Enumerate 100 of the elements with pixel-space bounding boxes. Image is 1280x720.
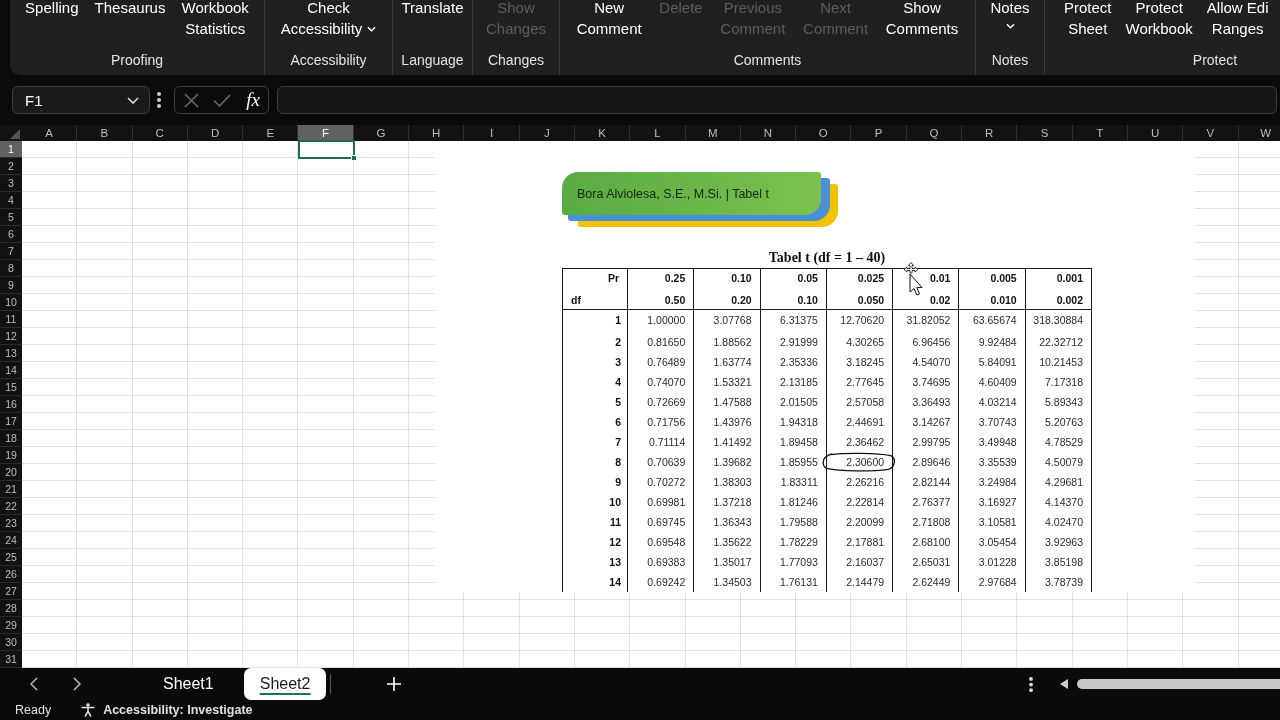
chevron-left-icon[interactable] [30, 677, 38, 691]
row-header[interactable]: 28 [0, 600, 22, 617]
row-header[interactable]: 10 [0, 294, 22, 311]
group-label: Comments [732, 51, 803, 70]
df-cell: 4 [615, 376, 621, 388]
probability-heading: 0.010 [990, 294, 1017, 306]
table-cell: 4.02470 [1045, 516, 1083, 528]
df-cell: 13 [609, 556, 621, 568]
ribbon-button[interactable]: Spelling [24, 0, 80, 18]
table-cell: 2.99795 [912, 436, 951, 448]
table-cell: 2.68100 [912, 536, 951, 548]
df-cell: 14 [609, 576, 621, 588]
probability-heading: 0.02 [929, 294, 951, 306]
row-header[interactable]: 12 [0, 328, 22, 345]
row-header[interactable]: 25 [0, 549, 22, 566]
row-header[interactable]: 19 [0, 447, 22, 464]
name-box[interactable]: F1 [12, 86, 150, 114]
table-cell: 1.41492 [713, 436, 752, 448]
fill-handle[interactable] [350, 155, 357, 161]
table-cell: 3.85198 [1045, 556, 1083, 568]
row-header[interactable]: 6 [0, 226, 22, 243]
table-cell: 0.74070 [647, 376, 686, 388]
row-header[interactable]: 1 [0, 141, 22, 158]
row-header[interactable]: 7 [0, 243, 22, 260]
more-options-icon[interactable] [1029, 676, 1033, 692]
table-cell: 3.05454 [978, 536, 1017, 548]
group-label: Proofing [109, 51, 165, 70]
row-header[interactable]: 31 [0, 651, 22, 668]
column-header[interactable]: F [298, 125, 354, 141]
ribbon-button[interactable]: New Comment [575, 0, 643, 39]
active-cell[interactable] [297, 140, 355, 159]
row-header[interactable]: 14 [0, 362, 22, 379]
table-cell: 2.97684 [978, 576, 1017, 588]
ribbon-button[interactable]: Protect Sheet [1063, 0, 1113, 39]
table-cell: 1.47588 [713, 396, 752, 408]
more-options-icon[interactable] [157, 92, 161, 108]
horizontal-scrollbar[interactable] [1077, 679, 1280, 689]
row-header[interactable]: 24 [0, 532, 22, 549]
table-cell: 5.89343 [1045, 396, 1083, 408]
row-header[interactable]: 9 [0, 277, 22, 294]
chevron-right-icon[interactable] [73, 677, 81, 691]
table-cell: 0.76489 [647, 356, 686, 368]
row-header[interactable]: 16 [0, 396, 22, 413]
sheet-tab[interactable]: Sheet1 [153, 668, 224, 700]
accessibility-status[interactable]: Accessibility: Investigate [103, 703, 253, 717]
row-header[interactable]: 2 [0, 158, 22, 175]
add-sheet-icon[interactable] [387, 677, 402, 691]
df-cell: 12 [609, 536, 621, 548]
row-header[interactable]: 22 [0, 498, 22, 515]
formula-input[interactable] [277, 86, 1277, 114]
ribbon-button[interactable]: Notes [989, 0, 1031, 29]
table-cell: 4.60409 [978, 376, 1017, 388]
table-cell: 2.36462 [846, 436, 885, 448]
table-cell: 1.78229 [779, 536, 818, 548]
ribbon-button[interactable]: Workbook Statistics [180, 0, 250, 39]
table-cell: 5.84091 [978, 356, 1017, 368]
row-header[interactable]: 5 [0, 209, 22, 226]
ribbon-button[interactable]: Translate [400, 0, 465, 18]
row-header[interactable]: 23 [0, 515, 22, 532]
ribbon-button[interactable]: Thesaurus [93, 0, 167, 18]
scroll-left-icon[interactable] [1060, 679, 1068, 689]
accessibility-icon[interactable] [81, 703, 96, 717]
row-header[interactable]: 18 [0, 430, 22, 447]
table-cell: 3.24984 [978, 476, 1017, 488]
row-header[interactable]: 29 [0, 617, 22, 634]
row-header[interactable]: 13 [0, 345, 22, 362]
table-cell: 3.07768 [713, 314, 752, 326]
table-title: Tabel t (df = 1 – 40) [768, 250, 886, 265]
table-cell: 2.22814 [846, 496, 885, 508]
row-header[interactable]: 27 [0, 583, 22, 600]
table-cell: 2.30600 [846, 456, 885, 468]
table-cell: 1.89458 [779, 436, 818, 448]
table-cell: 2.89646 [912, 456, 951, 468]
insert-function-button[interactable]: fx [244, 89, 262, 111]
row-header[interactable]: 8 [0, 260, 22, 277]
ribbon-button[interactable]: Allow Edi Ranges [1205, 0, 1270, 39]
row-header[interactable]: 26 [0, 566, 22, 583]
select-all-icon[interactable] [10, 129, 20, 139]
table-cell: 1.88562 [713, 336, 752, 348]
table-cell: 0.69383 [647, 556, 686, 568]
chevron-down-icon[interactable] [127, 96, 139, 104]
row-header[interactable]: 21 [0, 481, 22, 498]
table-cell: 1.81246 [779, 496, 818, 508]
table-cell: 1.85955 [779, 456, 818, 468]
row-header[interactable]: 20 [0, 464, 22, 481]
row-header[interactable]: 4 [0, 192, 22, 209]
ribbon-button[interactable]: Show Comments [884, 0, 960, 39]
row-header[interactable]: 11 [0, 311, 22, 328]
ribbon-button[interactable]: Protect Workbook [1124, 0, 1194, 39]
table-cell: 4.30265 [846, 336, 885, 348]
ribbon-button[interactable]: Check Accessibility [279, 0, 378, 39]
row-header[interactable]: 3 [0, 175, 22, 192]
table-cell: 1.35622 [713, 536, 752, 548]
table-cell: 1.00000 [647, 314, 686, 326]
sheet-tab[interactable]: Sheet2 [243, 668, 327, 700]
row-header[interactable]: 17 [0, 413, 22, 430]
row-header[interactable]: 30 [0, 634, 22, 651]
row-header[interactable]: 15 [0, 379, 22, 396]
table-cell: 1.79588 [779, 516, 818, 528]
table-cell: 2.91999 [779, 336, 818, 348]
